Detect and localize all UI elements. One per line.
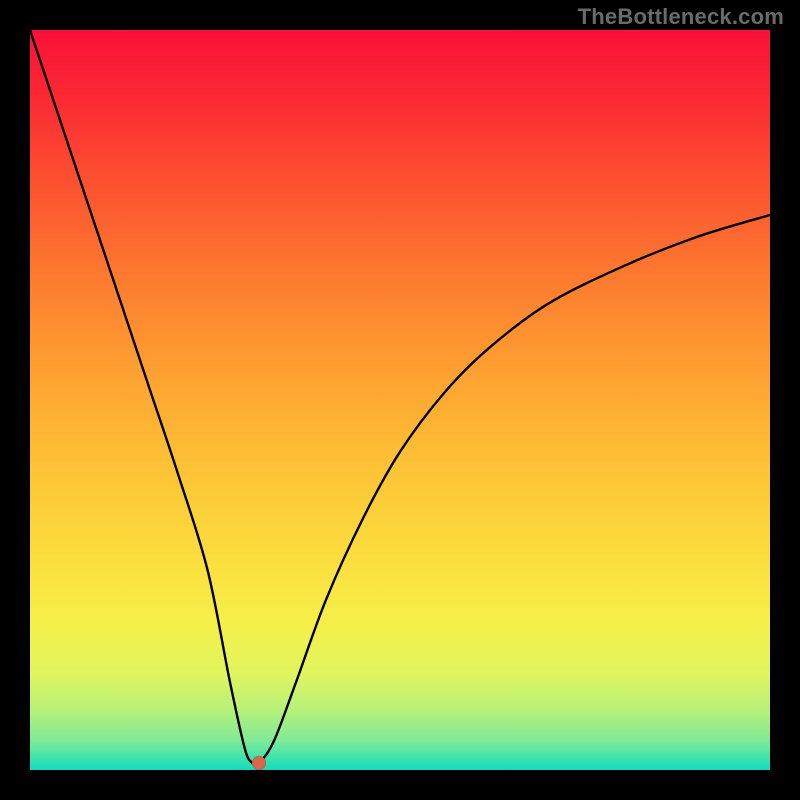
chart-container: TheBottleneck.com: [0, 0, 800, 800]
watermark-text: TheBottleneck.com: [578, 4, 784, 30]
minimum-marker: [252, 756, 266, 770]
bottleneck-curve: [30, 30, 770, 770]
plot-area: [30, 30, 770, 770]
